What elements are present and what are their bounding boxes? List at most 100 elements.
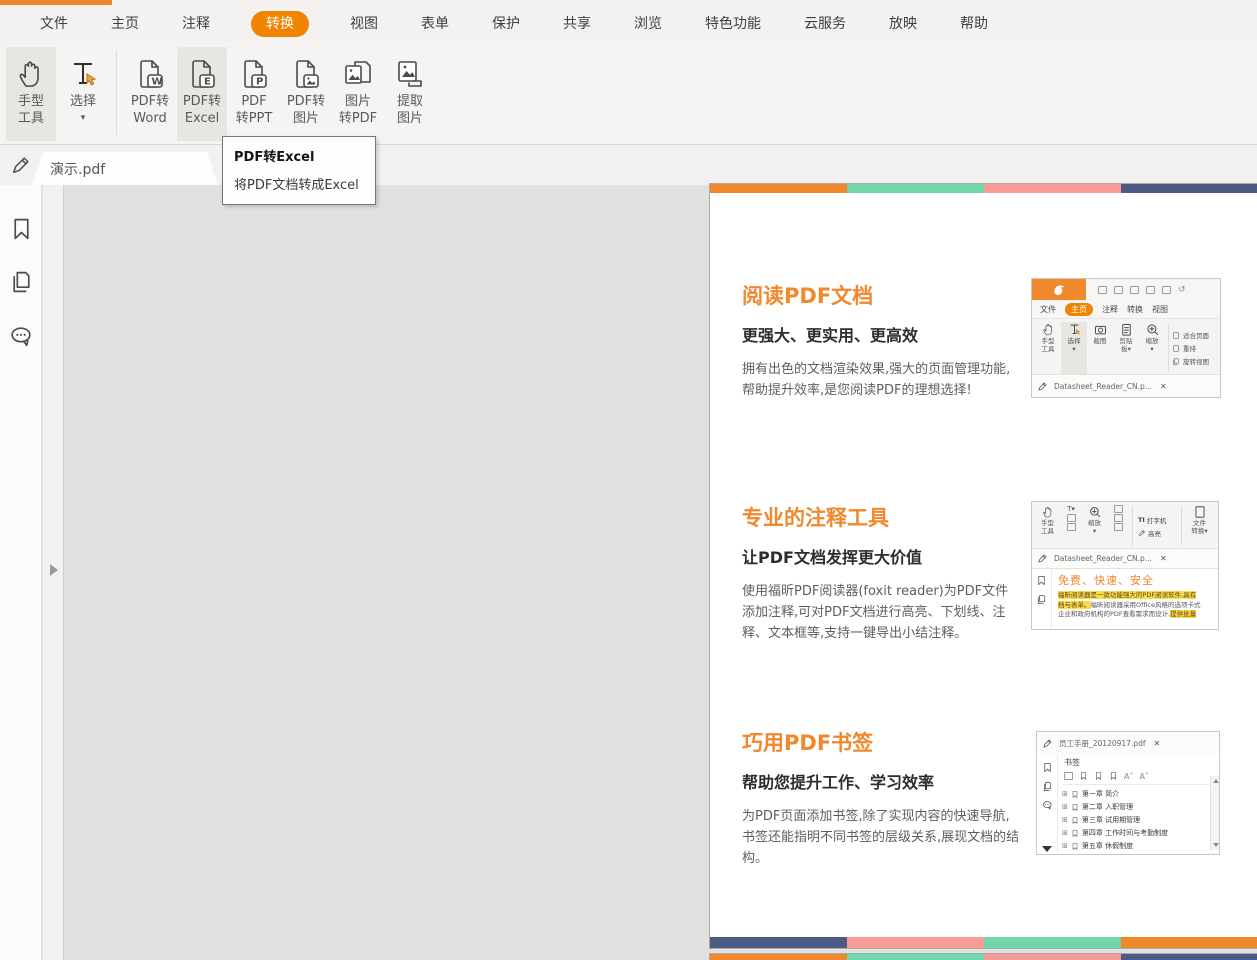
section-body: 拥有出色的文档渲染效果,强大的页面管理功能,帮助提升效率,是您阅读PDF的理想选… — [742, 359, 1020, 401]
mini-tab-file: 文件 — [1040, 304, 1056, 315]
mail-icon — [1146, 286, 1155, 294]
bookmark-item: ⊞第四章 工作时间与考勤制度 — [1062, 827, 1219, 840]
image-to-pdf-button[interactable]: 图片转PDF — [333, 47, 383, 141]
quick-access-icons: ↺ — [1098, 285, 1186, 295]
tab-browse[interactable]: 浏览 — [632, 11, 664, 37]
undo-icon: ↺ — [1178, 285, 1186, 295]
extract-image-icon — [392, 55, 428, 93]
screenshot-reader-ui: ↺ 文件 主页 注释 转换 视图 手型 工具 选择 ▾ 截图 剪贴 板▾ 缩放 … — [1031, 278, 1221, 398]
feature-section-bookmarks: 巧用PDF书签 帮助您提升工作、学习效率 为PDF页面添加书签,除了实现内容的快… — [742, 727, 1020, 869]
ribbon-tabs: 文件 主页 注释 转换 视图 表单 保护 共享 浏览 特色功能 云服务 放映 帮… — [0, 5, 1257, 43]
document-tab[interactable]: 演示.pdf — [32, 152, 218, 185]
pdf-to-excel-icon: E — [184, 55, 220, 93]
bookmarks-panel-title: 书签 — [1064, 757, 1219, 768]
mini2-typewriter: TI打字机 — [1138, 515, 1176, 525]
mini2-hand-tool: 手型 工具 — [1035, 505, 1060, 548]
bookmarks-toolbar: A˄ A˅ — [1062, 770, 1219, 785]
document-tabbar: 演示.pdf — [0, 146, 1257, 185]
mini2-highlight: 高亮 — [1138, 528, 1176, 538]
tab-share[interactable]: 共享 — [561, 11, 593, 37]
mini-tab-comment: 注释 — [1102, 304, 1118, 315]
tab-present[interactable]: 放映 — [887, 11, 919, 37]
tab-features[interactable]: 特色功能 — [703, 11, 763, 37]
svg-text:P: P — [256, 77, 263, 88]
mini-pencil-icon — [1037, 381, 1048, 392]
text-select-icon — [65, 55, 101, 93]
pdf-to-excel-tooltip: PDF转Excel 将PDF文档转成Excel — [222, 136, 376, 205]
section-body: 为PDF页面添加书签,除了实现内容的快速导航,书签还能指明不同书签的层级关系,展… — [742, 806, 1020, 869]
document-tab-title: 演示.pdf — [50, 159, 105, 179]
panel-expand-arrow-icon[interactable] — [50, 564, 58, 576]
mini-close-icon: ✕ — [1160, 554, 1167, 563]
mini-doc-tab: Datasheet_Reader_CN.p... — [1054, 382, 1152, 391]
comment-icon — [1042, 800, 1053, 811]
mini-hand-tool: 手型 工具 — [1035, 322, 1061, 374]
pages-icon — [1042, 781, 1053, 792]
mini-select-tool: 选择 ▾ — [1061, 322, 1087, 374]
tab-form[interactable]: 表单 — [419, 11, 451, 37]
pdf-to-word-icon: W — [132, 55, 168, 93]
navigation-rail — [0, 185, 42, 960]
mini-close-icon: ✕ — [1153, 739, 1160, 748]
bookmark-add-icon — [1094, 771, 1103, 781]
bookmark-next-icon — [1109, 771, 1118, 781]
mini-clipboard-tool: 剪贴 板▾ — [1113, 322, 1139, 374]
comments-panel-icon[interactable] — [9, 324, 34, 350]
extract-image-button[interactable]: 提取图片 — [385, 47, 435, 141]
section-subtitle: 让PDF文档发挥更大价值 — [742, 544, 1020, 568]
feature-section-annotate: 专业的注释工具 让PDF文档发挥更大价值 使用福昕PDF阅读器(foxit re… — [742, 502, 1020, 644]
annotate-pencil-icon[interactable] — [10, 154, 32, 176]
mini2-convert: 文件 转换▾ — [1187, 505, 1212, 548]
pdf-to-image-icon — [288, 55, 324, 93]
mini-doc-tab: Datasheet_Reader_CN.p... — [1054, 554, 1152, 563]
bookmark-icon-active — [1042, 762, 1053, 773]
svg-text:W: W — [152, 77, 163, 88]
list-icon — [1064, 772, 1073, 780]
section-subtitle: 帮助您提升工作、学习效率 — [742, 769, 1020, 793]
scroll-down-icon — [1042, 846, 1052, 852]
bookmark-item: ⊞第五章 休假制度 — [1062, 840, 1219, 853]
save-icon — [1114, 286, 1123, 294]
svg-text:E: E — [204, 77, 211, 88]
tab-home[interactable]: 主页 — [109, 11, 141, 37]
select-tool-button[interactable]: 选择▾ — [58, 47, 108, 141]
font-down-icon: A˅ — [1139, 772, 1148, 781]
image-to-pdf-icon — [340, 55, 376, 93]
foxit-logo — [1032, 279, 1086, 300]
bookmark-icon — [1036, 575, 1047, 586]
mini-pencil-icon — [1042, 738, 1053, 749]
tab-protect[interactable]: 保护 — [490, 11, 522, 37]
mini-doc-tab: 员工手册_20120917.pdf — [1059, 738, 1145, 749]
tab-file[interactable]: 文件 — [38, 11, 70, 37]
pdf-to-ppt-icon: P — [236, 55, 272, 93]
pdf-page-1: 阅读PDF文档 更强大、更实用、更高效 拥有出色的文档渲染效果,强大的页面管理功… — [709, 183, 1257, 949]
tooltip-body: 将PDF文档转成Excel — [234, 174, 364, 193]
tab-convert[interactable]: 转换 — [251, 11, 309, 37]
section-title: 阅读PDF文档 — [742, 280, 1020, 310]
pdf-to-excel-button[interactable]: E PDF转Excel — [177, 47, 227, 141]
font-up-icon: A˄ — [1124, 772, 1133, 781]
section-body: 使用福昕PDF阅读器(foxit reader)为PDF文件添加注释,可对PDF… — [742, 581, 1020, 644]
tab-cloud[interactable]: 云服务 — [802, 11, 848, 37]
pages-panel-icon[interactable] — [9, 269, 34, 295]
page-top-banner — [710, 184, 1257, 193]
hand-icon — [13, 55, 49, 93]
bookmark-item: ⊞第三章 试用期管理 — [1062, 814, 1219, 827]
mini2-doc-heading: 免费、快速、安全 — [1058, 572, 1214, 588]
bookmark-icon — [1079, 771, 1088, 781]
tab-view[interactable]: 视图 — [348, 11, 380, 37]
mini-tab-home: 主页 — [1065, 303, 1093, 316]
mini-zoom-tool: 缩放 ▾ — [1139, 322, 1165, 374]
tab-help[interactable]: 帮助 — [958, 11, 990, 37]
toolbar-separator — [116, 51, 117, 135]
pdf-to-ppt-button[interactable]: P PDF转PPT — [229, 47, 279, 141]
bookmark-item: ⊞第二章 入职管理 — [1062, 801, 1219, 814]
mini-fit-page: 适合页面 — [1172, 330, 1209, 340]
hand-tool-button[interactable]: 手型工具 — [6, 47, 56, 141]
feature-section-read: 阅读PDF文档 更强大、更实用、更高效 拥有出色的文档渲染效果,强大的页面管理功… — [742, 280, 1020, 401]
tab-comment[interactable]: 注释 — [180, 11, 212, 37]
pdf-to-image-button[interactable]: PDF转图片 — [281, 47, 331, 141]
bookmarks-panel-icon[interactable] — [9, 216, 34, 242]
pdf-to-word-button[interactable]: W PDF转Word — [125, 47, 175, 141]
section-title: 专业的注释工具 — [742, 502, 1020, 532]
